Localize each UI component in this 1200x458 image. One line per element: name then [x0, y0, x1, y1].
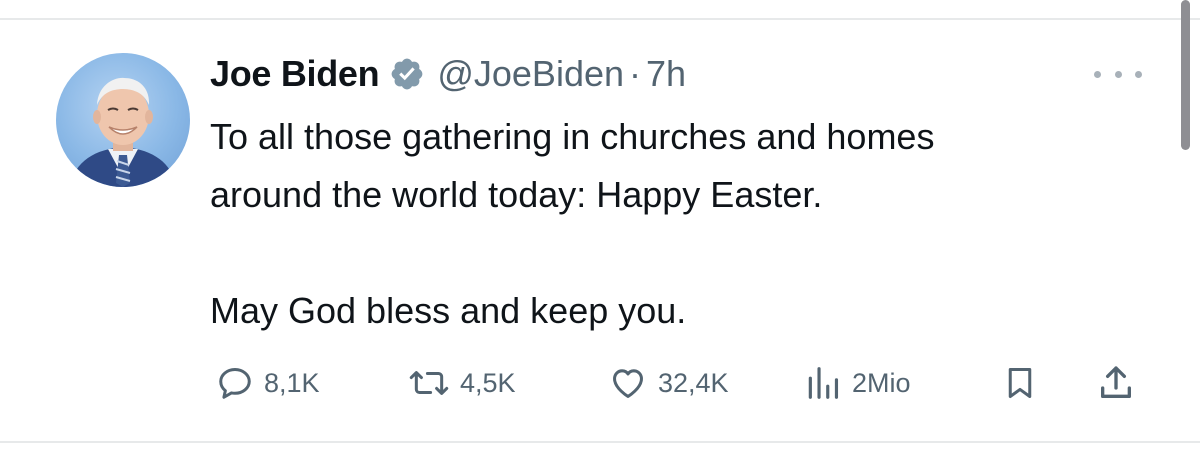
- more-options-icon[interactable]: [1094, 64, 1142, 84]
- more-dot: [1094, 70, 1101, 78]
- share-icon: [1101, 366, 1131, 398]
- repost-button[interactable]: 4,5K: [408, 358, 516, 408]
- like-count: 32,4K: [658, 367, 729, 398]
- scrollbar[interactable]: [1181, 0, 1190, 150]
- reply-icon: [219, 368, 251, 399]
- share-button[interactable]: [1096, 358, 1136, 408]
- reply-button[interactable]: 8,1K: [216, 358, 320, 408]
- like-button[interactable]: 32,4K: [608, 358, 729, 408]
- author-name[interactable]: Joe Biden: [210, 53, 380, 95]
- top-divider: [0, 18, 1200, 20]
- separator-dot: ·: [629, 53, 642, 94]
- views-count: 2Mio: [852, 367, 911, 398]
- heart-icon: [613, 369, 643, 398]
- tweet-text: To all those gathering in churches and h…: [210, 116, 935, 331]
- tweet-timestamp[interactable]: 7h: [646, 53, 686, 95]
- tweet-actions-bar: 8,1K 4,5K 32,4K 2Mio: [210, 358, 1150, 408]
- more-dot: [1114, 70, 1122, 78]
- repost-icon: [409, 371, 449, 395]
- bookmark-icon: [1008, 368, 1032, 398]
- bookmark-button[interactable]: [1002, 358, 1038, 408]
- reply-count: 8,1K: [264, 367, 320, 398]
- views-chart-icon: [808, 367, 839, 399]
- repost-count: 4,5K: [460, 367, 516, 398]
- author-avatar[interactable]: [56, 53, 190, 187]
- bottom-divider: [0, 441, 1200, 443]
- tweet-header: Joe Biden @JoeBiden · 7h: [210, 50, 686, 98]
- avatar-photo-icon: [70, 77, 176, 187]
- author-handle[interactable]: @JoeBiden: [437, 53, 624, 95]
- verified-badge-icon[interactable]: [389, 56, 425, 92]
- views-button[interactable]: 2Mio: [804, 358, 911, 408]
- more-dot: [1135, 70, 1142, 78]
